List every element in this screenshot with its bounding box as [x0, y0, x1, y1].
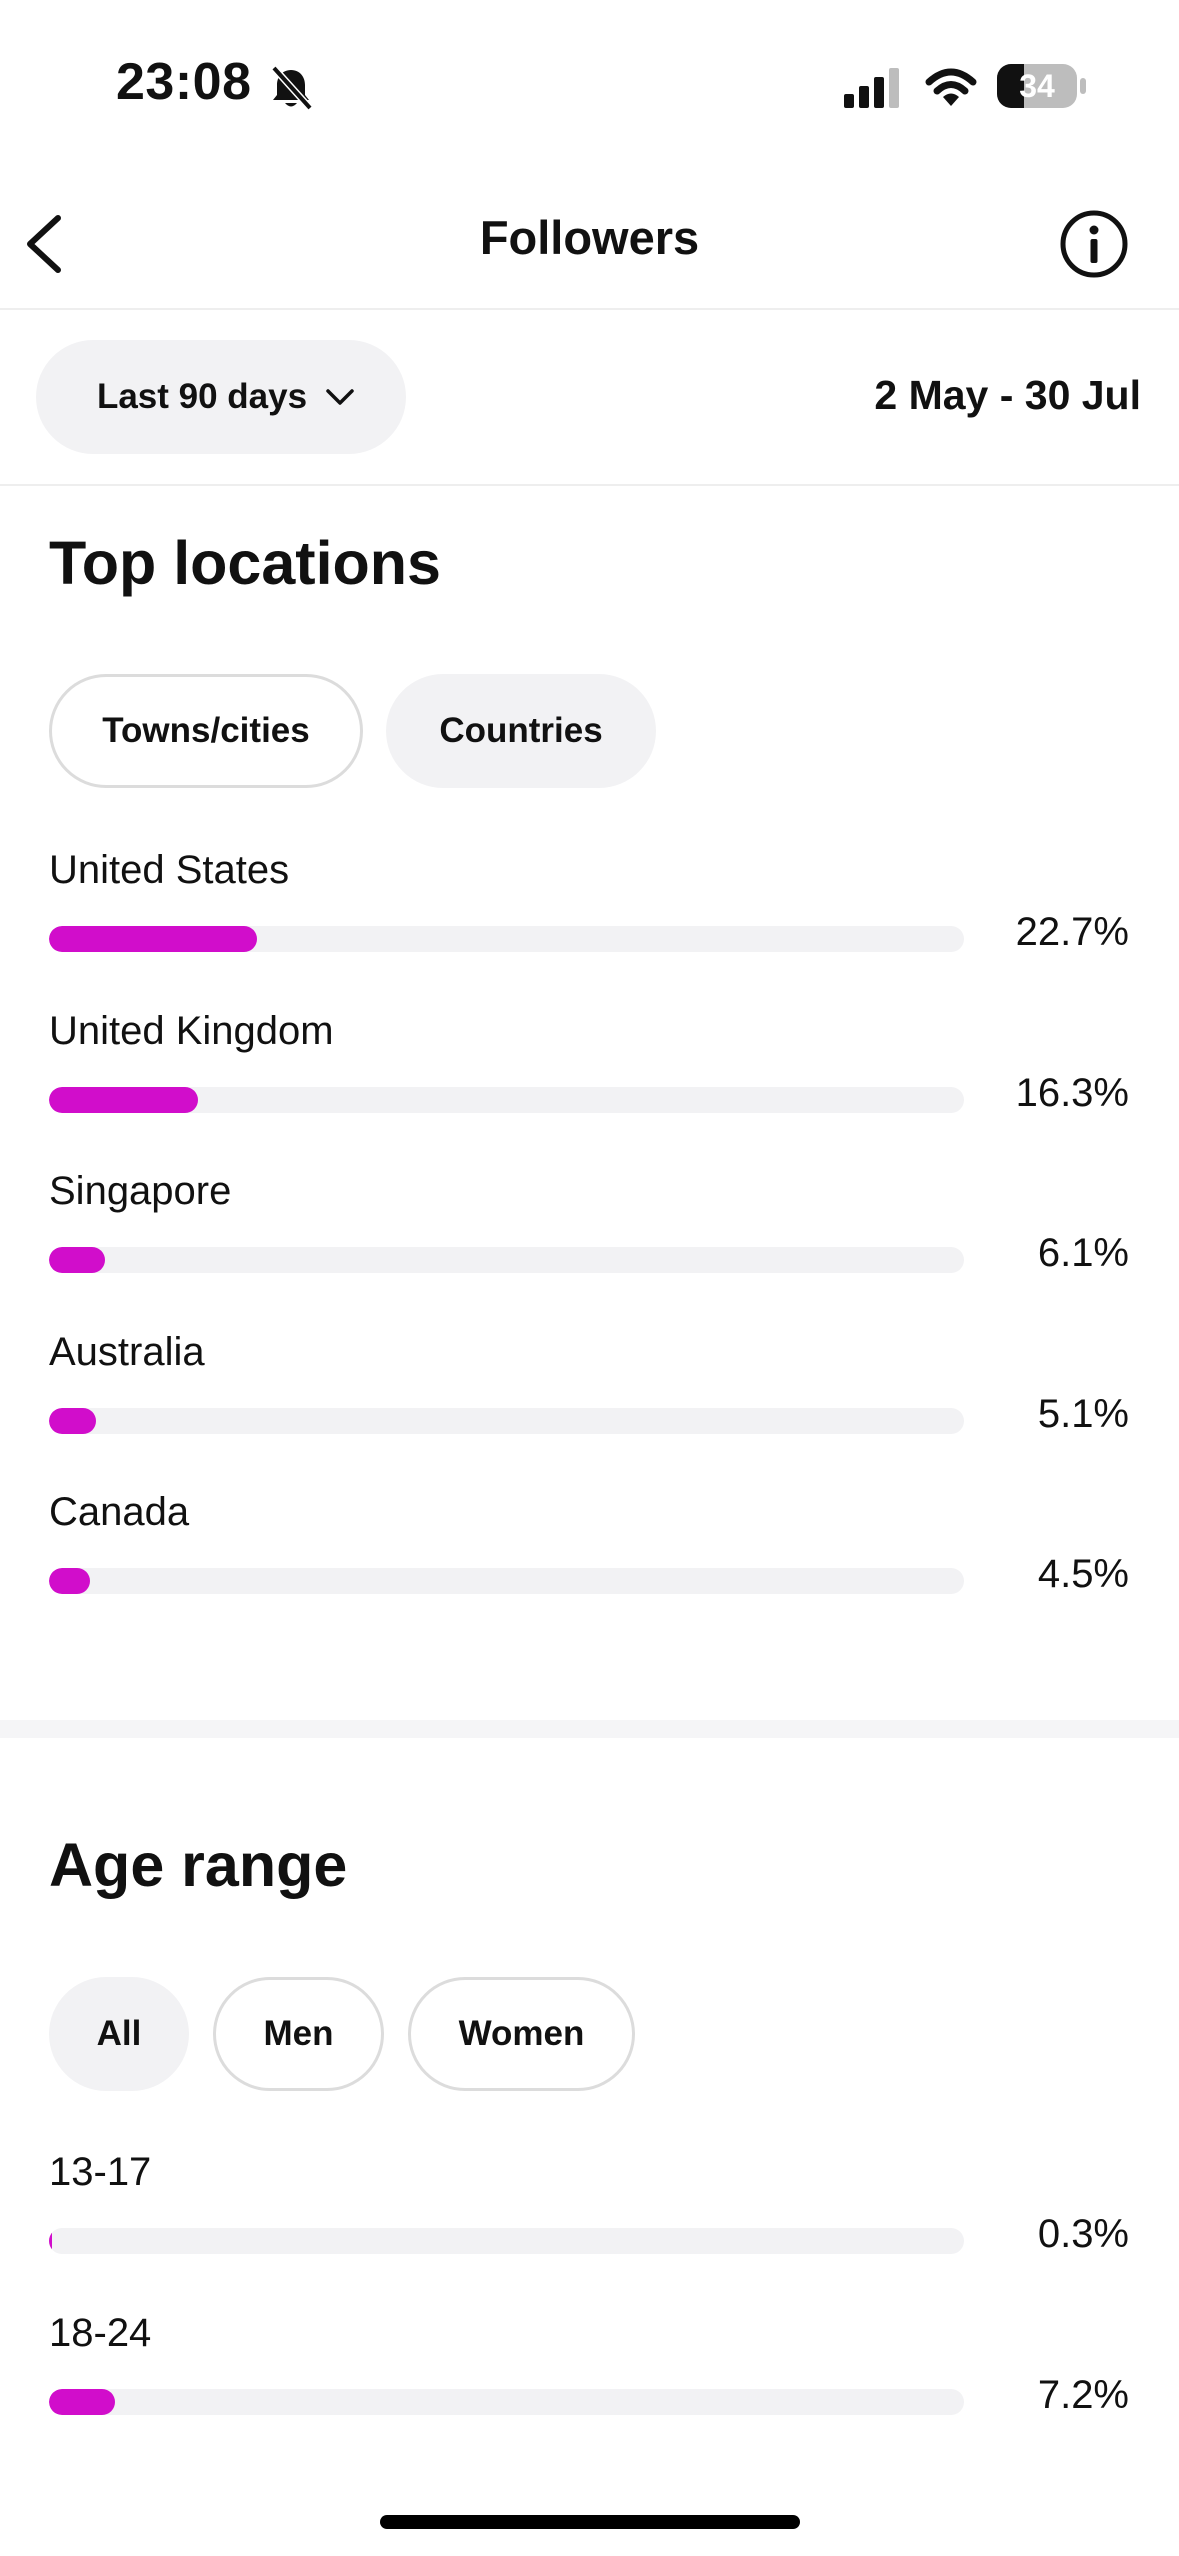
bar-label: Australia [49, 1329, 205, 1374]
date-range-label: Last 90 days [96, 377, 308, 416]
battery-cap [1080, 78, 1086, 94]
date-span: 2 May - 30 Jul [874, 372, 1141, 418]
chip-towns-cities[interactable]: Towns/cities [49, 674, 363, 788]
date-range-dropdown[interactable]: Last 90 days [36, 340, 406, 454]
info-circle-icon[interactable] [1058, 208, 1130, 280]
bar-track [49, 1247, 964, 1273]
bar-track [49, 926, 964, 952]
chip-countries[interactable]: Countries [386, 674, 656, 788]
bar-fill [49, 926, 257, 952]
bar-track [49, 1086, 964, 1113]
bar-fill [49, 1407, 96, 1434]
list-item: 13-17 0.3% [49, 2150, 1129, 2310]
page-title: Followers [479, 211, 700, 264]
chip-all[interactable]: All [49, 1977, 189, 2091]
cellular-signal-icon [844, 68, 899, 108]
bar-label: 18-24 [49, 2310, 152, 2355]
bar-value: 4.5% [1037, 1552, 1129, 1596]
bar-fill [49, 1568, 90, 1594]
bar-value: 5.1% [1037, 1391, 1129, 1436]
top-locations-title: Top locations [49, 529, 441, 597]
bar-label: 13-17 [49, 2150, 152, 2194]
bar-label: Singapore [49, 1169, 232, 1213]
bar-value: 16.3% [1015, 1070, 1129, 1115]
status-time: 23:08 [116, 53, 252, 111]
battery-level: 34 [1019, 68, 1055, 104]
bell-slash-icon [271, 65, 313, 111]
bar-value: 7.2% [1037, 2372, 1129, 2417]
bar-fill [49, 1086, 198, 1113]
list-item: Australia 5.1% [49, 1330, 1129, 1490]
bar-label: United Kingdom [49, 1008, 334, 1053]
battery-icon: 34 [997, 64, 1077, 108]
list-item: United Kingdom 16.3% [49, 1009, 1129, 1169]
filter-divider [0, 484, 1179, 486]
chip-women[interactable]: Women [408, 1977, 635, 2091]
bar-label: Canada [49, 1490, 190, 1534]
bar-track [49, 2388, 964, 2415]
bar-fill [49, 1247, 105, 1273]
list-item: United States 22.7% [49, 848, 1129, 1008]
section-separator [0, 1720, 1179, 1738]
list-item: Singapore 6.1% [49, 1169, 1129, 1329]
list-item: Canada 4.5% [49, 1490, 1129, 1650]
age-range-title: Age range [49, 1831, 348, 1899]
bar-value: 6.1% [1037, 1231, 1129, 1275]
bar-track [49, 1568, 964, 1594]
chip-men[interactable]: Men [213, 1977, 384, 2091]
bar-value: 0.3% [1037, 2212, 1129, 2256]
list-item: 18-24 7.2% [49, 2311, 1129, 2471]
bar-value: 22.7% [1015, 910, 1129, 954]
chevron-down-icon [326, 389, 354, 405]
bar-fill [49, 2388, 115, 2415]
bar-label: United States [49, 848, 290, 892]
bar-track [49, 2228, 964, 2254]
home-indicator[interactable] [380, 2515, 800, 2529]
header-divider [0, 308, 1179, 310]
wifi-icon [925, 68, 977, 106]
bar-track [49, 1407, 964, 1434]
bar-fill [49, 2228, 52, 2254]
